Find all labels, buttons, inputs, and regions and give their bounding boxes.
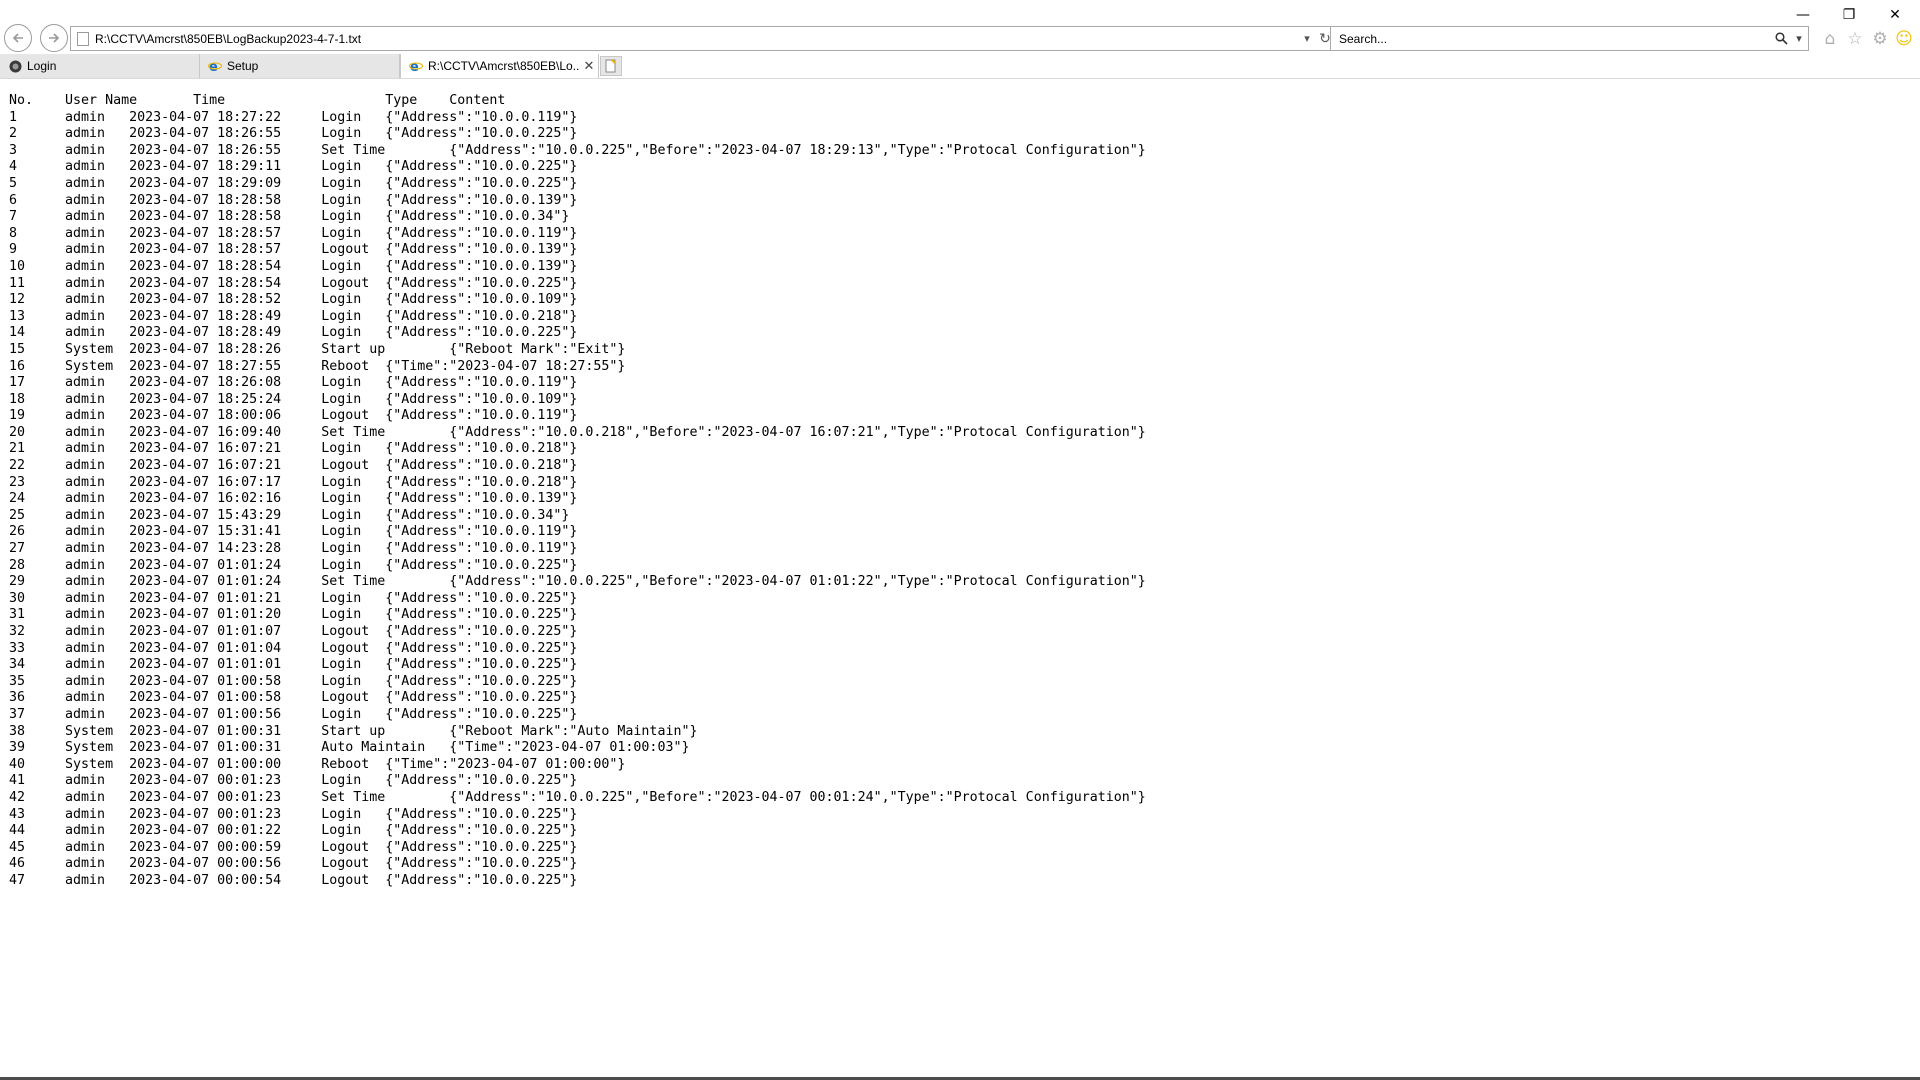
svg-text:e: e: [410, 60, 419, 73]
tab-label: R:\CCTV\Amcrst\850EB\Lo...: [428, 59, 580, 73]
log-row: 47 admin 2023-04-07 00:00:54 Logout {"Ad…: [9, 872, 578, 888]
log-row: 14 admin 2023-04-07 18:28:49 Login {"Add…: [9, 325, 578, 341]
log-row: 21 admin 2023-04-07 16:07:21 Login {"Add…: [9, 441, 578, 457]
favorites-star-icon[interactable]: ☆: [1844, 28, 1866, 50]
globe-dark-icon: [8, 59, 22, 73]
log-row: 27 admin 2023-04-07 14:23:28 Login {"Add…: [9, 541, 578, 557]
back-arrow-icon: [12, 33, 23, 43]
search-icon[interactable]: [1772, 28, 1790, 50]
log-row: 39 System 2023-04-07 01:00:31 Auto Maint…: [9, 740, 690, 756]
log-row: 2 admin 2023-04-07 18:26:55 Login {"Addr…: [9, 126, 578, 142]
log-row: 31 admin 2023-04-07 01:01:20 Login {"Add…: [9, 607, 578, 623]
log-row: 5 admin 2023-04-07 18:29:09 Login {"Addr…: [9, 175, 578, 191]
page-icon: [77, 31, 89, 46]
log-row: 28 admin 2023-04-07 01:01:24 Login {"Add…: [9, 557, 578, 573]
log-row: 38 System 2023-04-07 01:00:31 Start up {…: [9, 723, 698, 739]
log-row: 8 admin 2023-04-07 18:28:57 Login {"Addr…: [9, 225, 578, 241]
tab-setup[interactable]: e Setup: [200, 54, 400, 78]
address-bar[interactable]: R:\CCTV\Amcrst\850EB\LogBackup2023-4-7-1…: [70, 26, 1335, 51]
back-button[interactable]: [4, 24, 32, 52]
forward-arrow-icon: [49, 33, 60, 43]
log-row: 34 admin 2023-04-07 01:01:01 Login {"Add…: [9, 657, 578, 673]
log-text-content: No. User Name Time Type Content 1 admin …: [9, 93, 1889, 890]
log-row: 46 admin 2023-04-07 00:00:56 Logout {"Ad…: [9, 856, 578, 872]
log-row: 44 admin 2023-04-07 00:01:22 Login {"Add…: [9, 823, 578, 839]
log-row: 4 admin 2023-04-07 18:29:11 Login {"Addr…: [9, 159, 578, 175]
log-row: 22 admin 2023-04-07 16:07:21 Logout {"Ad…: [9, 458, 578, 474]
tab-label: Login: [27, 59, 57, 73]
log-row: 1 admin 2023-04-07 18:27:22 Login {"Addr…: [9, 109, 578, 125]
ie-icon: e: [208, 59, 222, 73]
log-row: 10 admin 2023-04-07 18:28:54 Login {"Add…: [9, 258, 578, 274]
log-row: 9 admin 2023-04-07 18:28:57 Logout {"Add…: [9, 242, 578, 258]
address-url[interactable]: R:\CCTV\Amcrst\850EB\LogBackup2023-4-7-1…: [95, 32, 1298, 46]
log-row: 25 admin 2023-04-07 15:43:29 Login {"Add…: [9, 507, 570, 523]
search-box[interactable]: Search... ▾: [1330, 26, 1809, 51]
log-row: 12 admin 2023-04-07 18:28:52 Login {"Add…: [9, 292, 578, 308]
log-row: 45 admin 2023-04-07 00:00:59 Logout {"Ad…: [9, 839, 578, 855]
log-row: 40 System 2023-04-07 01:00:00 Reboot {"T…: [9, 756, 626, 772]
home-icon[interactable]: ⌂: [1819, 28, 1841, 50]
log-row: 18 admin 2023-04-07 18:25:24 Login {"Add…: [9, 391, 578, 407]
log-row: 20 admin 2023-04-07 16:09:40 Set Time {"…: [9, 424, 1146, 440]
log-row: 11 admin 2023-04-07 18:28:54 Logout {"Ad…: [9, 275, 578, 291]
ie-icon: e: [409, 59, 423, 73]
log-row: 24 admin 2023-04-07 16:02:16 Login {"Add…: [9, 491, 578, 507]
log-row: 17 admin 2023-04-07 18:26:08 Login {"Add…: [9, 375, 578, 391]
svg-text:e: e: [209, 60, 218, 73]
smiley-feedback-icon[interactable]: ☺: [1893, 28, 1915, 50]
search-input[interactable]: Search...: [1331, 32, 1772, 46]
log-row: 15 System 2023-04-07 18:28:26 Start up {…: [9, 341, 626, 357]
log-row: 3 admin 2023-04-07 18:26:55 Set Time {"A…: [9, 142, 1146, 158]
log-row: 6 admin 2023-04-07 18:28:58 Login {"Addr…: [9, 192, 578, 208]
log-header: No. User Name Time Type Content: [9, 93, 506, 108]
tab-login[interactable]: Login: [0, 54, 200, 78]
log-row: 13 admin 2023-04-07 18:28:49 Login {"Add…: [9, 308, 578, 324]
log-row: 16 System 2023-04-07 18:27:55 Reboot {"T…: [9, 358, 626, 374]
tab-label: Setup: [227, 59, 259, 73]
log-row: 42 admin 2023-04-07 00:01:23 Set Time {"…: [9, 789, 1146, 805]
log-row: 37 admin 2023-04-07 01:00:56 Login {"Add…: [9, 706, 578, 722]
log-lines: 1 admin 2023-04-07 18:27:22 Login {"Addr…: [9, 110, 1889, 890]
tab-log-file[interactable]: e R:\CCTV\Amcrst\850EB\Lo... ✕: [400, 54, 599, 78]
log-row: 33 admin 2023-04-07 01:01:04 Logout {"Ad…: [9, 640, 578, 656]
log-row: 30 admin 2023-04-07 01:01:21 Login {"Add…: [9, 590, 578, 606]
log-row: 43 admin 2023-04-07 00:01:23 Login {"Add…: [9, 806, 578, 822]
log-row: 36 admin 2023-04-07 01:00:58 Logout {"Ad…: [9, 690, 578, 706]
log-row: 32 admin 2023-04-07 01:01:07 Logout {"Ad…: [9, 624, 578, 639]
log-row: 26 admin 2023-04-07 15:31:41 Login {"Add…: [9, 524, 578, 540]
address-dropdown-icon[interactable]: ▾: [1298, 28, 1316, 50]
settings-gear-icon[interactable]: ⚙: [1869, 28, 1891, 50]
minimize-button[interactable]: —: [1780, 2, 1826, 28]
restore-button[interactable]: ❐: [1826, 2, 1872, 28]
log-row: 35 admin 2023-04-07 01:00:58 Login {"Add…: [9, 673, 578, 689]
tab-strip: Login e Setup e R:\CCTV\Amcrst\850EB\Lo.…: [0, 54, 1920, 79]
log-row: 19 admin 2023-04-07 18:00:06 Logout {"Ad…: [9, 408, 578, 424]
log-row: 7 admin 2023-04-07 18:28:58 Login {"Addr…: [9, 209, 570, 225]
new-tab-icon: [605, 59, 616, 73]
close-window-button[interactable]: ✕: [1872, 2, 1918, 28]
close-tab-icon[interactable]: ✕: [580, 58, 598, 74]
browser-toolbar: R:\CCTV\Amcrst\850EB\LogBackup2023-4-7-1…: [0, 0, 1920, 54]
forward-button[interactable]: [40, 24, 68, 52]
log-row: 29 admin 2023-04-07 01:01:24 Set Time {"…: [9, 574, 1146, 590]
log-row: 23 admin 2023-04-07 16:07:17 Login {"Add…: [9, 474, 578, 490]
new-tab-button[interactable]: [600, 56, 622, 76]
log-row: 41 admin 2023-04-07 00:01:23 Login {"Add…: [9, 773, 578, 789]
search-dropdown-icon[interactable]: ▾: [1790, 28, 1808, 50]
